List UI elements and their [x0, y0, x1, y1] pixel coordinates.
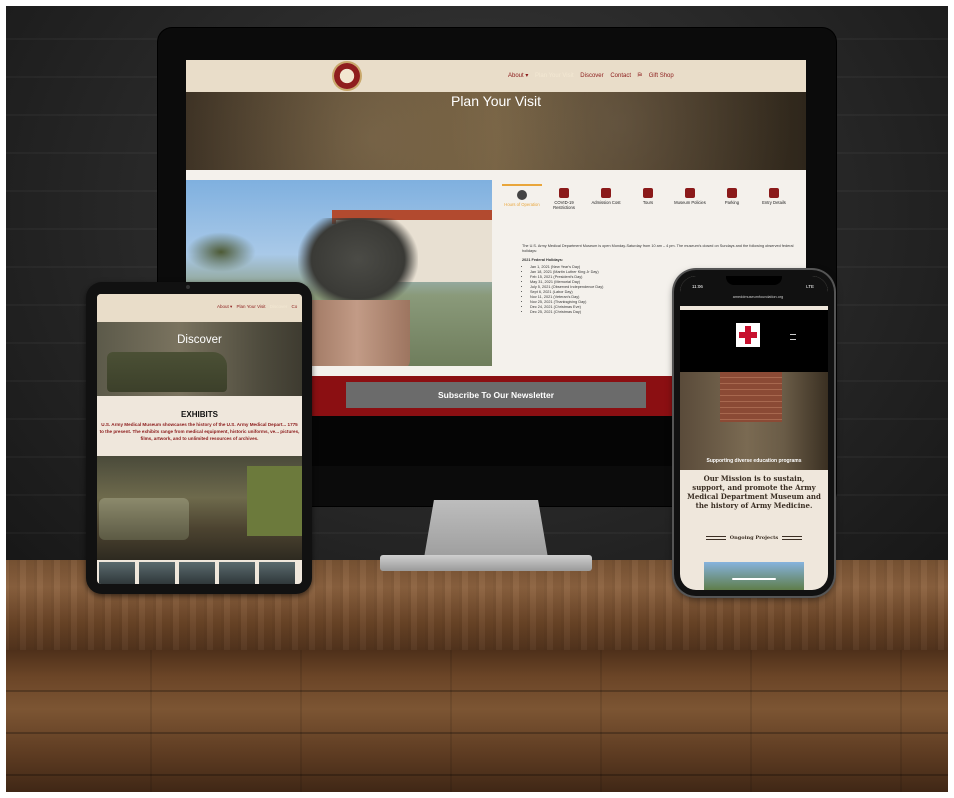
exhibits-description: U.S. Army Medical Museum showcases the h…: [99, 422, 300, 441]
browser-url[interactable]: ameddmuseumfoundation.org: [718, 295, 798, 299]
tab-museum-policies[interactable]: Museum Policies: [670, 184, 710, 220]
hamburger-menu-icon[interactable]: [790, 334, 796, 340]
tab-entry-details[interactable]: Entry Details: [754, 184, 794, 220]
tab-tours[interactable]: Tours: [628, 184, 668, 220]
gallery-thumbnail[interactable]: [139, 562, 175, 584]
nav-item-about[interactable]: About ▾: [508, 73, 528, 79]
ticket-icon: [601, 188, 611, 198]
status-network: LTE: [806, 284, 814, 289]
wooden-table-front: [0, 650, 954, 798]
tablet-nav-menu: About ▾ Plan Your Visit Discover Co: [217, 304, 300, 310]
subscribe-button[interactable]: Subscribe To Our Newsletter: [346, 382, 646, 408]
tab-admission-cost[interactable]: Admission Cost: [586, 184, 626, 220]
phone-status-bar: 11:06 LTE ameddmuseumfoundation.org: [680, 276, 828, 306]
ongoing-projects-heading: Ongoing Projects: [686, 535, 822, 541]
document-icon: [559, 188, 569, 198]
nav-item-contact[interactable]: Contact: [610, 73, 631, 79]
monitor-stand-neck: [424, 500, 548, 558]
photo-statue: [298, 218, 418, 310]
photo-green-wall: [247, 466, 302, 536]
page-title: Plan Your Visit: [450, 93, 542, 109]
monitor-stand-foot: [380, 555, 592, 571]
museum-logo[interactable]: [334, 63, 360, 89]
photo-brick-wall: [720, 372, 782, 422]
project-photo: [704, 562, 804, 590]
tab-label: Parking: [724, 200, 740, 205]
nav-item-plan-your-visit[interactable]: Plan Your Visit: [237, 304, 266, 309]
parking-icon: [727, 188, 737, 198]
desktop-nav-menu: About ▾ Plan Your Visit Discover Contact…: [508, 72, 679, 80]
tab-label: COVID-19 Restrictions: [553, 200, 575, 210]
nav-item-gift-shop[interactable]: Gift Shop: [649, 73, 674, 79]
mockup-scene: About ▾ Plan Your Visit Discover Contact…: [0, 0, 954, 798]
tablet-nav-bar: About ▾ Plan Your Visit Discover Co: [97, 294, 302, 322]
gallery-thumbnail[interactable]: [259, 562, 295, 584]
phone-notch: [726, 276, 782, 285]
photo-tree: [186, 232, 256, 272]
photo-jeep: [99, 498, 189, 540]
nav-item-discover[interactable]: Discover: [270, 304, 288, 309]
home-indicator: [732, 578, 776, 580]
gallery-thumbnail[interactable]: [179, 562, 215, 584]
phone-hero-photo: [680, 372, 828, 470]
ongoing-projects-label: Ongoing Projects: [729, 535, 779, 541]
desktop-nav-bar: About ▾ Plan Your Visit Discover Contact…: [186, 60, 806, 92]
clipboard-icon: [685, 188, 695, 198]
shop-icon: ⛿: [637, 73, 643, 79]
red-cross-logo[interactable]: [736, 323, 760, 347]
exhibits-heading: EXHIBITS: [181, 410, 218, 419]
phone-screen: 11:06 LTE ameddmuseumfoundation.org Supp…: [680, 276, 828, 590]
megaphone-icon: [643, 188, 653, 198]
holidays-heading: 2021 Federal Holidays:: [522, 258, 564, 262]
tab-hours-of-operation[interactable]: Hours of Operation: [502, 184, 542, 222]
nav-item-about[interactable]: About ▾: [217, 304, 232, 309]
page-title: Discover: [177, 334, 222, 346]
tab-label: Hours of Operation: [504, 202, 540, 207]
tablet-screen: About ▾ Plan Your Visit Discover Co Disc…: [97, 294, 302, 584]
tab-label: Tours: [642, 200, 654, 205]
clock-icon: [517, 190, 527, 200]
gallery-thumbnail[interactable]: [99, 562, 135, 584]
door-icon: [769, 188, 779, 198]
hero-caption: Supporting diverse education programs: [706, 458, 802, 464]
nav-item-plan-your-visit[interactable]: Plan Your Visit: [535, 73, 574, 79]
visit-info-tabs: Hours of Operation COVID-19 Restrictions…: [502, 184, 806, 220]
tab-parking[interactable]: Parking: [712, 184, 752, 220]
tab-label: Admission Cost: [591, 200, 621, 205]
tab-label: Entry Details: [762, 200, 786, 205]
exhibit-hall-photo: [97, 456, 302, 560]
nav-item-contact[interactable]: Co: [292, 304, 298, 309]
hours-description: The U.S. Army Medical Department Museum …: [522, 244, 794, 253]
tab-label: Museum Policies: [674, 200, 706, 205]
gallery-thumbnails: [97, 562, 302, 584]
tablet-hero-banner: Discover: [97, 322, 302, 396]
tab-covid-restrictions[interactable]: COVID-19 Restrictions: [544, 184, 584, 220]
nav-item-discover[interactable]: Discover: [580, 73, 603, 79]
gallery-thumbnail[interactable]: [219, 562, 255, 584]
mission-statement: Our Mission is to sustain, support, and …: [687, 474, 821, 510]
hero-truck-photo: [107, 352, 227, 392]
tablet-camera: [186, 285, 190, 289]
photo-pedestal: [304, 300, 410, 366]
status-time: 11:06: [692, 284, 703, 289]
